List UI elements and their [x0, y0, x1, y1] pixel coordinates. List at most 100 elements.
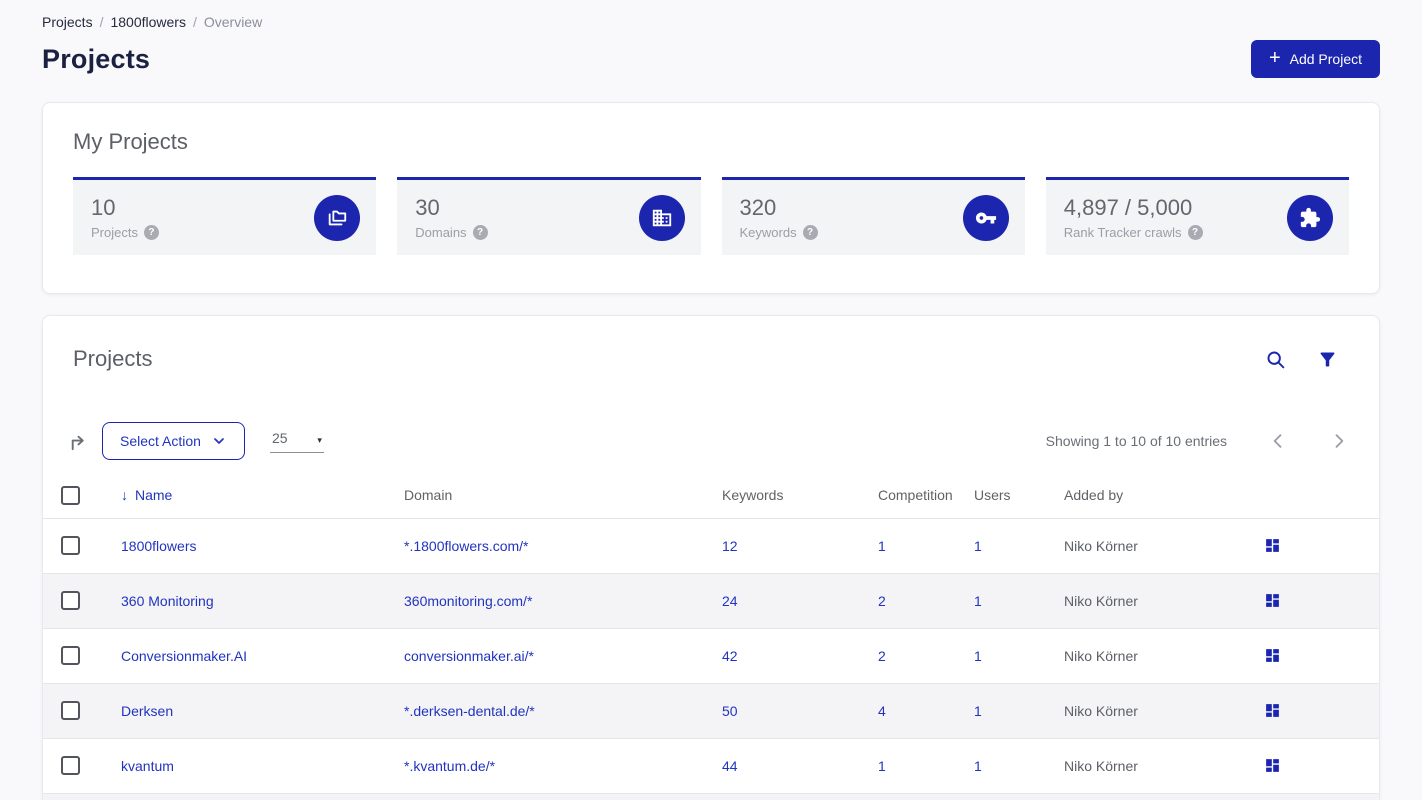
table-row: 1800flowers *.1800flowers.com/* 12 1 1 N… — [43, 518, 1379, 573]
add-project-label: Add Project — [1289, 51, 1362, 67]
project-keywords-value[interactable]: 50 — [704, 683, 860, 738]
project-competition-value[interactable]: 1 — [860, 518, 956, 573]
table-row: Derksen *.derksen-dental.de/* 50 4 1 Nik… — [43, 683, 1379, 738]
export-arrow-icon[interactable] — [66, 430, 89, 453]
table-row-partial — [43, 793, 1379, 800]
stat-text: 10 Projects ? — [91, 195, 159, 240]
row-checkbox-cell — [43, 683, 103, 738]
select-action-button[interactable]: Select Action — [102, 422, 245, 460]
row-checkbox[interactable] — [61, 756, 80, 775]
table-row: Conversionmaker.AI conversionmaker.ai/* … — [43, 628, 1379, 683]
row-checkbox-cell — [43, 738, 103, 793]
project-dashboard-cell — [1246, 738, 1379, 793]
stat-value-crawls: 4,897 / 5,000 — [1063, 195, 1193, 220]
page-header: Projects + Add Project — [42, 40, 1380, 78]
stat-label-keywords: Keywords — [739, 225, 797, 240]
project-domain-link[interactable]: *.kvantum.de/* — [386, 738, 704, 793]
breadcrumb-separator: / — [99, 14, 104, 30]
project-dashboard-cell — [1246, 628, 1379, 683]
select-action-label: Select Action — [120, 433, 201, 449]
stat-value-keywords: 320 — [739, 195, 777, 220]
breadcrumb-projects[interactable]: Projects — [42, 14, 93, 30]
project-competition-value[interactable]: 2 — [860, 573, 956, 628]
stat-label-row: Domains ? — [415, 225, 488, 240]
table-controls: Select Action 25 ▾ Showing 1 to 10 of 10… — [43, 422, 1379, 460]
project-domain-link[interactable]: *.1800flowers.com/* — [386, 518, 704, 573]
chevron-left-icon[interactable] — [1268, 431, 1288, 451]
page-size-select[interactable]: 25 ▾ — [269, 429, 324, 453]
project-users-value[interactable]: 1 — [956, 628, 1046, 683]
table-header-row: ↓ Name Domain Keywords Competition Users … — [43, 473, 1379, 519]
project-name-link[interactable]: Derksen — [103, 683, 386, 738]
row-checkbox[interactable] — [61, 591, 80, 610]
project-keywords-value[interactable]: 24 — [704, 573, 860, 628]
project-users-value[interactable]: 1 — [956, 738, 1046, 793]
column-header-name[interactable]: ↓ Name — [103, 473, 386, 519]
help-icon[interactable]: ? — [472, 225, 488, 240]
help-icon[interactable]: ? — [802, 225, 818, 240]
project-name-link[interactable]: Conversionmaker.AI — [103, 628, 386, 683]
project-name-link[interactable]: 360 Monitoring — [103, 573, 386, 628]
row-checkbox[interactable] — [61, 536, 80, 555]
stat-label-row: Rank Tracker crawls ? — [1064, 225, 1203, 240]
dashboard-icon[interactable] — [1264, 757, 1281, 774]
row-checkbox[interactable] — [61, 646, 80, 665]
add-project-button[interactable]: + Add Project — [1250, 40, 1380, 78]
column-header-competition[interactable]: Competition — [860, 473, 956, 519]
project-keywords-value[interactable]: 42 — [704, 628, 860, 683]
project-users-value[interactable]: 1 — [956, 518, 1046, 573]
page-size-value: 25 — [271, 429, 288, 446]
project-name-link[interactable]: kvantum — [103, 738, 386, 793]
dashboard-icon[interactable] — [1264, 592, 1281, 609]
select-all-cell — [43, 473, 103, 519]
stat-label-crawls: Rank Tracker crawls — [1063, 225, 1182, 240]
dropdown-triangle-icon: ▾ — [317, 434, 322, 445]
chevron-right-icon[interactable] — [1329, 431, 1349, 451]
search-icon[interactable] — [1265, 349, 1286, 370]
dashboard-icon[interactable] — [1264, 537, 1281, 554]
stat-value-projects: 10 — [91, 195, 116, 220]
project-domain-link[interactable]: 360monitoring.com/* — [386, 573, 704, 628]
help-icon[interactable]: ? — [143, 225, 159, 240]
breadcrumb-overview: Overview — [203, 14, 263, 30]
project-keywords-value[interactable]: 44 — [704, 738, 860, 793]
dashboard-icon[interactable] — [1264, 647, 1281, 664]
column-label-name: Name — [135, 487, 173, 504]
help-icon[interactable]: ? — [1187, 225, 1203, 240]
page-title: Projects — [42, 43, 151, 74]
showing-entries-text: Showing 1 to 10 of 10 entries — [1045, 433, 1227, 449]
dashboard-icon[interactable] — [1264, 702, 1281, 719]
project-competition-value[interactable]: 2 — [860, 628, 956, 683]
sort-desc-icon: ↓ — [121, 487, 128, 504]
projects-table-card: Projects Select Action 25 ▾ Showing 1 to… — [42, 315, 1380, 800]
stat-text: 30 Domains ? — [415, 195, 488, 240]
stat-text: 4,897 / 5,000 Rank Tracker crawls ? — [1064, 195, 1203, 240]
row-checkbox-cell — [43, 573, 103, 628]
breadcrumb: Projects / 1800flowers / Overview — [42, 14, 1380, 30]
project-competition-value[interactable]: 4 — [860, 683, 956, 738]
partial-row-cell — [43, 793, 1379, 800]
column-header-added-by[interactable]: Added by — [1046, 473, 1246, 519]
column-header-users[interactable]: Users — [956, 473, 1046, 519]
row-checkbox[interactable] — [61, 701, 80, 720]
column-header-domain[interactable]: Domain — [386, 473, 704, 519]
project-domain-link[interactable]: *.derksen-dental.de/* — [386, 683, 704, 738]
project-added-by: Niko Körner — [1064, 702, 1138, 719]
project-competition-value[interactable]: 1 — [860, 738, 956, 793]
select-all-checkbox[interactable] — [61, 485, 80, 505]
breadcrumb-1800flowers[interactable]: 1800flowers — [110, 14, 186, 30]
project-domain-link[interactable]: conversionmaker.ai/* — [386, 628, 704, 683]
project-users-value[interactable]: 1 — [956, 573, 1046, 628]
project-dashboard-cell — [1246, 573, 1379, 628]
chevron-down-icon — [214, 438, 224, 444]
folders-icon — [314, 194, 361, 241]
table-row: 360 Monitoring 360monitoring.com/* 24 2 … — [43, 573, 1379, 628]
row-checkbox-cell — [43, 518, 103, 573]
stat-card-domains: 30 Domains ? — [397, 177, 701, 255]
project-users-value[interactable]: 1 — [956, 683, 1046, 738]
project-name-link[interactable]: 1800flowers — [103, 518, 386, 573]
project-keywords-value[interactable]: 12 — [704, 518, 860, 573]
project-added-by: Niko Körner — [1064, 592, 1138, 609]
column-header-keywords[interactable]: Keywords — [704, 473, 860, 519]
filter-icon[interactable] — [1317, 349, 1338, 370]
